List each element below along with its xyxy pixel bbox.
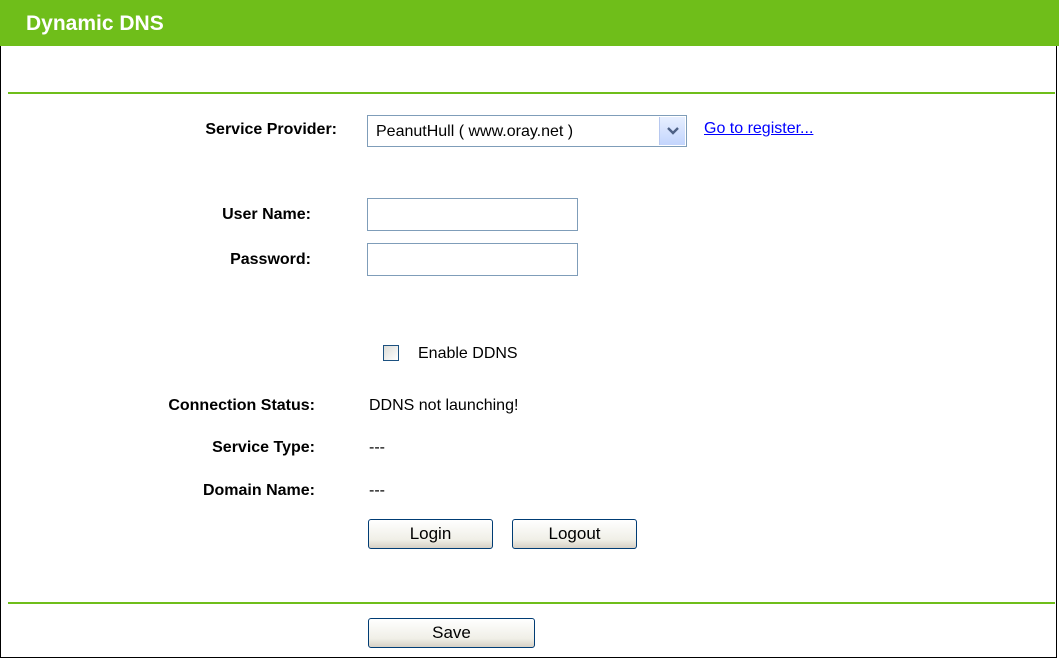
go-to-register-link[interactable]: Go to register... [704,120,813,138]
login-button[interactable]: Login [368,519,493,549]
connection-status-label: Connection Status: [168,397,315,414]
title-bar: Dynamic DNS [0,0,1059,46]
logout-button[interactable]: Logout [512,519,637,549]
dropdown-button[interactable] [659,117,685,145]
domain-name-value: --- [369,482,385,499]
service-provider-label: Service Provider: [205,121,337,138]
enable-ddns-checkbox[interactable] [383,345,399,361]
domain-name-label: Domain Name: [202,482,315,499]
service-type-label: Service Type: [212,439,315,456]
chevron-down-icon [667,127,679,135]
connection-status-value: DDNS not launching! [369,397,519,414]
service-provider-selected-value: PeanutHull ( www.oray.net ) [376,123,574,140]
enable-ddns-label: Enable DDNS [418,345,518,362]
service-type-value: --- [369,439,385,456]
page-frame [0,0,1057,658]
divider-top [8,92,1055,94]
page-title: Dynamic DNS [26,12,164,35]
save-button[interactable]: Save [368,618,535,648]
service-provider-select[interactable]: PeanutHull ( www.oray.net ) [367,115,687,147]
password-input[interactable] [367,243,578,276]
username-label: User Name: [222,206,311,223]
username-input[interactable] [367,198,578,231]
divider-bottom [8,602,1055,604]
password-label: Password: [230,251,311,268]
